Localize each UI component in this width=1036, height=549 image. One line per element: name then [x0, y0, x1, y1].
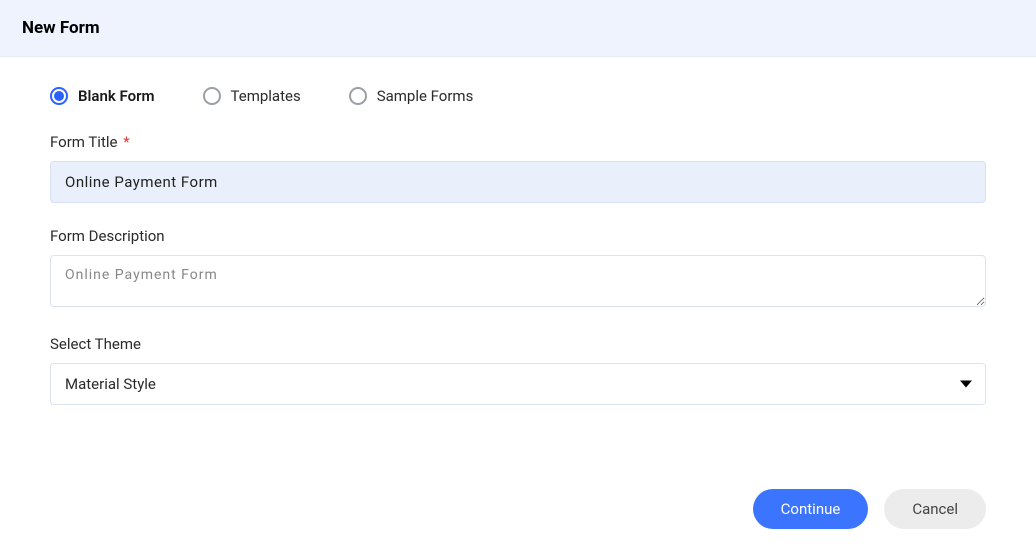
select-theme-wrapper: Material Style: [50, 363, 986, 405]
radio-icon: [349, 87, 367, 105]
continue-button[interactable]: Continue: [753, 489, 869, 529]
form-title-input[interactable]: [50, 161, 986, 203]
select-theme-group: Select Theme Material Style: [50, 335, 986, 405]
radio-label: Sample Forms: [377, 87, 474, 105]
dialog-title: New Form: [22, 18, 1014, 38]
form-title-group: Form Title *: [50, 133, 986, 203]
select-theme-input[interactable]: Material Style: [50, 363, 986, 405]
dialog-footer: Continue Cancel: [0, 449, 1036, 549]
required-asterisk: *: [123, 133, 129, 151]
form-description-group: Form Description Online Payment Form: [50, 227, 986, 311]
label-text: Form Title: [50, 133, 117, 151]
form-description-input[interactable]: Online Payment Form: [50, 255, 986, 307]
dialog-body: Blank Form Templates Sample Forms Form T…: [0, 57, 1036, 449]
radio-templates[interactable]: Templates: [203, 87, 301, 105]
radio-label: Blank Form: [78, 87, 155, 105]
form-title-label: Form Title *: [50, 133, 986, 151]
radio-icon: [50, 87, 68, 105]
select-theme-label: Select Theme: [50, 335, 986, 353]
radio-blank-form[interactable]: Blank Form: [50, 87, 155, 105]
radio-icon: [203, 87, 221, 105]
form-type-radio-group: Blank Form Templates Sample Forms: [50, 87, 986, 105]
dialog-header: New Form: [0, 0, 1036, 57]
cancel-button[interactable]: Cancel: [884, 489, 986, 529]
radio-label: Templates: [231, 87, 301, 105]
form-description-label: Form Description: [50, 227, 986, 245]
radio-sample-forms[interactable]: Sample Forms: [349, 87, 474, 105]
